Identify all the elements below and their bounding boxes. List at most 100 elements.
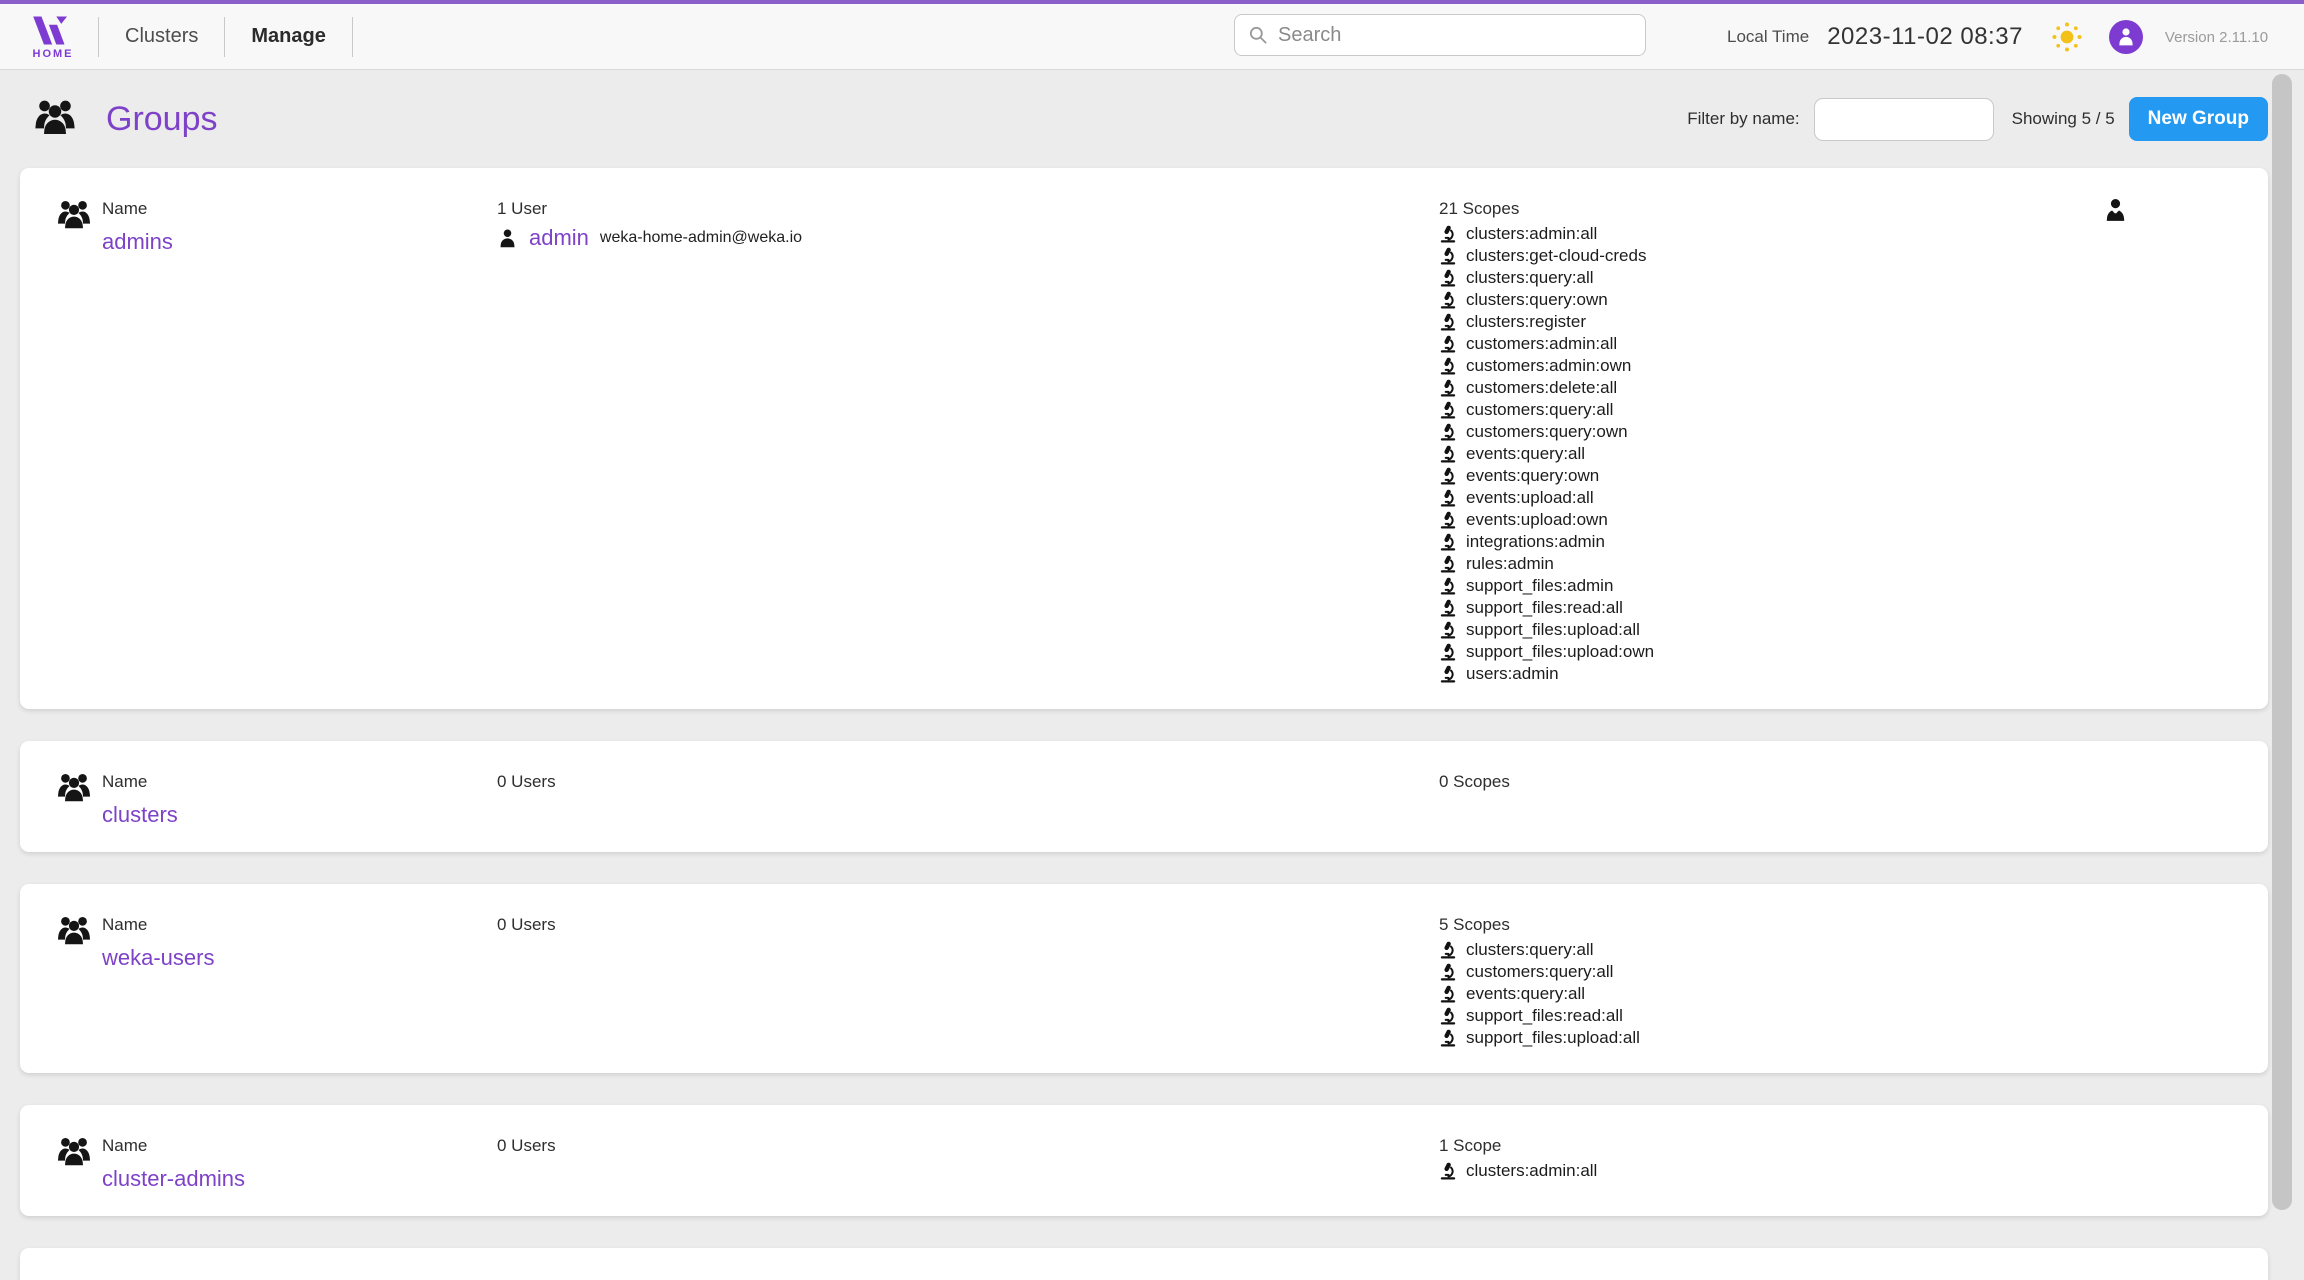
microscope-icon [1439,291,1457,309]
group-name-link[interactable]: cluster-admins [102,1166,245,1192]
name-label: Name [102,771,497,792]
scope-text: clusters:admin:all [1466,1160,1597,1182]
scope-text: events:upload:own [1466,509,1608,531]
scope-row: clusters:query:own [1439,289,2099,311]
microscope-icon [1439,963,1457,981]
scopes-count-label: 0 Scopes [1439,771,2099,792]
page-toolbar: Groups Filter by name: Showing 5 / 5 New… [0,70,2304,168]
group-card-icon-cell [54,914,102,950]
user-email: weka-home-admin@weka.io [600,229,802,247]
microscope-icon [1439,1162,1457,1180]
scope-row: users:admin [1439,663,2099,685]
group-name-cell: Name admins [102,198,497,255]
nav-item-manage[interactable]: Manage [225,25,351,48]
scopes-count-label: 1 Scope [1439,1135,2099,1156]
microscope-icon [1439,247,1457,265]
group-name-cell: Name cluster-admins [102,1135,497,1192]
new-group-button[interactable]: New Group [2129,97,2268,141]
nav-item-clusters[interactable]: Clusters [99,25,224,48]
group-card-icon-cell [54,1135,102,1171]
scope-row: clusters:get-cloud-creds [1439,245,2099,267]
scope-text: support_files:upload:all [1466,619,1640,641]
microscope-icon [1439,1029,1457,1047]
avatar-user-icon [2116,27,2136,47]
local-time-value: 2023-11-02 08:37 [1827,23,2023,51]
microscope-icon [1439,643,1457,661]
users-group-icon [54,771,94,807]
users-count-label: 0 Users [497,771,1439,792]
scope-text: integrations:admin [1466,531,1605,553]
group-name-link[interactable]: clusters [102,802,178,828]
users-count-label: 0 Users [497,914,1439,935]
scope-text: events:query:all [1466,983,1585,1005]
sun-icon [2051,21,2083,53]
group-admin-button[interactable] [2103,198,2128,223]
scope-text: support_files:upload:all [1466,1027,1640,1049]
theme-toggle[interactable] [2051,21,2083,53]
scope-row: customers:query:all [1439,961,2099,983]
microscope-icon [1439,555,1457,573]
microscope-icon [1439,423,1457,441]
scope-row: support_files:upload:all [1439,1027,2099,1049]
group-scopes-cell: 0 Scopes [1439,771,2099,796]
microscope-icon [1439,489,1457,507]
user-tie-icon [2103,198,2128,223]
group-scopes-cell: 21 Scopes clusters:admin:all clusters:ge… [1439,198,2099,685]
group-name-link[interactable]: weka-users [102,945,214,971]
home-logo[interactable]: HOME [30,14,76,60]
users-group-icon [54,914,94,950]
group-actions-cell [2099,198,2238,223]
weka-logo-icon [30,14,76,47]
scope-row: events:query:all [1439,983,2099,1005]
scope-row: clusters:register [1439,311,2099,333]
user-name-link[interactable]: admin [529,225,589,251]
scopes-count-label: 21 Scopes [1439,198,2099,219]
scope-row: customers:query:own [1439,421,2099,443]
microscope-icon [1439,467,1457,485]
search-input[interactable] [1278,24,1633,47]
group-name-cell: Name clusters [102,771,497,828]
group-users-cell: 0 Users [497,914,1439,939]
scrollbar-thumb[interactable] [2272,74,2292,1210]
microscope-icon [1439,1007,1457,1025]
group-scopes-cell: 1 Scope clusters:admin:all [1439,1135,2099,1182]
microscope-icon [1439,599,1457,617]
group-name-cell: Name weka-users [102,914,497,971]
scope-text: clusters:register [1466,311,1586,333]
user-icon [497,228,518,249]
name-label: Name [102,1135,497,1156]
microscope-icon [1439,379,1457,397]
scope-row: customers:query:all [1439,399,2099,421]
scopes-holder: clusters:admin:all [1439,1160,2099,1182]
microscope-icon [1439,941,1457,959]
logo-home-label: HOME [33,48,74,60]
users-group-icon [54,198,94,234]
group-users-cell: 0 Users [497,771,1439,796]
scopes-count-label: 5 Scopes [1439,914,2099,935]
user-avatar[interactable] [2109,20,2143,54]
scope-row: clusters:admin:all [1439,1160,2099,1182]
group-name-link[interactable]: admins [102,229,173,255]
scope-text: support_files:read:all [1466,1005,1623,1027]
microscope-icon [1439,511,1457,529]
microscope-icon [1439,533,1457,551]
scope-row: support_files:upload:all [1439,619,2099,641]
scope-row: support_files:read:all [1439,1005,2099,1027]
microscope-icon [1439,225,1457,243]
scope-text: customers:admin:own [1466,355,1631,377]
scopes-holder: clusters:query:all customers:query:all e… [1439,939,2099,1049]
scope-text: customers:delete:all [1466,377,1617,399]
microscope-icon [1439,445,1457,463]
scope-text: clusters:query:all [1466,267,1594,289]
group-card-icon-cell [54,771,102,807]
scope-text: customers:admin:all [1466,333,1617,355]
microscope-icon [1439,621,1457,639]
scope-row: events:upload:all [1439,487,2099,509]
group-card: Name 0 Users 1 Scope integrations:admin [20,1248,2268,1280]
scope-text: customers:query:all [1466,399,1613,421]
scope-text: support_files:read:all [1466,597,1623,619]
nav-divider [352,17,353,57]
scope-text: events:query:own [1466,465,1599,487]
filter-by-name-input[interactable] [1814,98,1994,141]
name-label: Name [102,914,497,935]
